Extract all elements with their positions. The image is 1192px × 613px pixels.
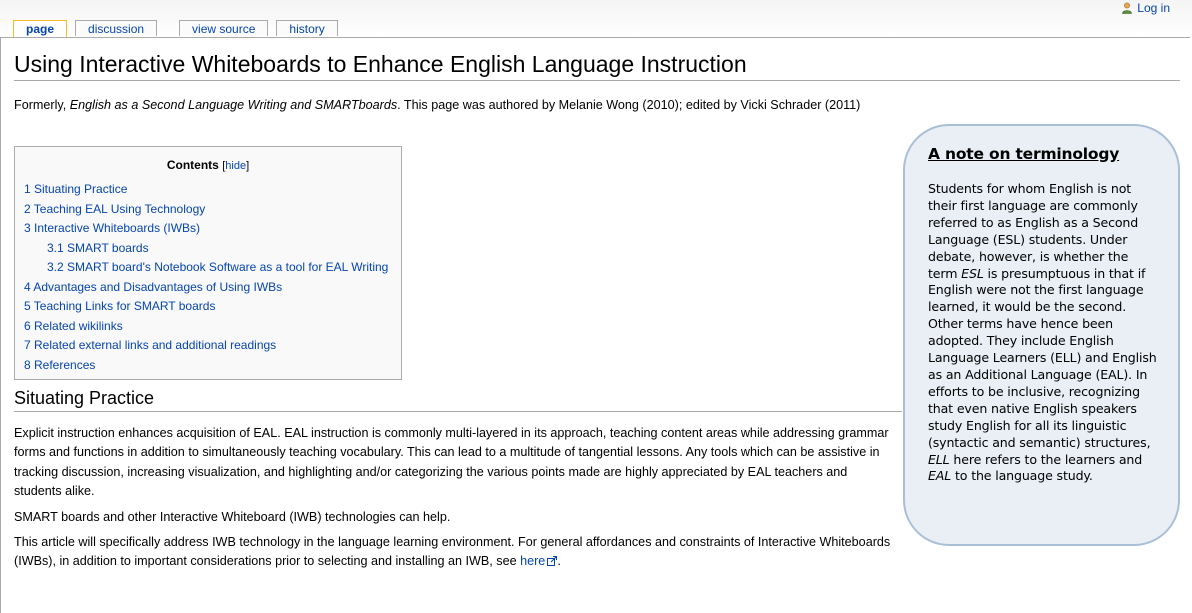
note-body: Students for whom English is not their f… xyxy=(928,181,1160,485)
toc-hide-toggle: [hide] xyxy=(222,160,250,172)
paragraph-end: . xyxy=(557,554,561,569)
note-emphasis: EAL xyxy=(928,468,952,484)
toc-item[interactable]: 7 Related external links and additional … xyxy=(15,336,401,356)
page-title: Using Interactive Whiteboards to Enhance… xyxy=(14,50,1180,81)
toc-header: Contents [hide] xyxy=(15,158,401,172)
toc-item[interactable]: 6 Related wikilinks xyxy=(15,317,401,337)
external-link-here[interactable]: here xyxy=(520,554,558,568)
paragraph-text: This article will specifically address I… xyxy=(14,535,891,569)
note-text: here refers to the learners and xyxy=(949,451,1143,467)
toc-title: Contents xyxy=(166,158,219,172)
toc-item[interactable]: 2 Teaching EAL Using Technology xyxy=(15,200,401,220)
login-link[interactable]: Log in xyxy=(1121,1,1170,15)
paragraph: SMART boards and other Interactive White… xyxy=(14,510,451,524)
toc-hide-link[interactable]: hide xyxy=(225,160,246,172)
table-of-contents: Contents [hide] 1 Situating Practice 2 T… xyxy=(14,146,402,380)
toc-item[interactable]: 4 Advantages and Disadvantages of Using … xyxy=(15,278,401,298)
formerly-suffix: . This page was authored by Melanie Wong… xyxy=(397,98,861,112)
paragraph: Explicit instruction enhances acquisitio… xyxy=(14,426,889,499)
terminology-note-box: A note on terminology Students for whom … xyxy=(903,124,1180,546)
formerly-line: Formerly, English as a Second Language W… xyxy=(14,96,860,114)
tab-view-source[interactable]: view source xyxy=(179,20,269,36)
formerly-prefix: Formerly, xyxy=(14,98,70,112)
tab-page[interactable]: page xyxy=(13,20,68,38)
toc-item[interactable]: 8 References xyxy=(15,356,401,376)
note-text: is presumptuous in that if English were … xyxy=(928,265,1157,450)
note-emphasis: ELL xyxy=(928,451,950,467)
toc-subitem[interactable]: 3.2 SMART board's Notebook Software as a… xyxy=(15,258,401,278)
link-label[interactable]: here xyxy=(520,554,545,568)
note-title: A note on terminology xyxy=(928,145,1120,163)
note-text: to the language study. xyxy=(951,468,1093,484)
toc-item[interactable]: 1 Situating Practice xyxy=(15,180,401,200)
toc-subitem[interactable]: 3.1 SMART boards xyxy=(15,239,401,259)
login-label[interactable]: Log in xyxy=(1137,1,1170,15)
user-icon xyxy=(1122,2,1133,14)
tab-history[interactable]: history xyxy=(276,20,338,36)
formerly-old-title: English as a Second Language Writing and… xyxy=(69,98,398,112)
tab-discussion[interactable]: discussion xyxy=(75,20,158,36)
external-link-icon xyxy=(547,556,558,567)
toc-item[interactable]: 5 Teaching Links for SMART boards xyxy=(15,297,401,317)
page-tabs: page discussion view source history xyxy=(13,20,346,38)
section-heading: Situating Practice xyxy=(14,387,902,412)
paragraph: This article will specifically address I… xyxy=(14,533,894,572)
toc-item[interactable]: 3 Interactive Whiteboards (IWBs) xyxy=(15,219,401,239)
toc-list: 1 Situating Practice 2 Teaching EAL Usin… xyxy=(15,180,401,375)
note-emphasis: ESL xyxy=(961,265,984,281)
